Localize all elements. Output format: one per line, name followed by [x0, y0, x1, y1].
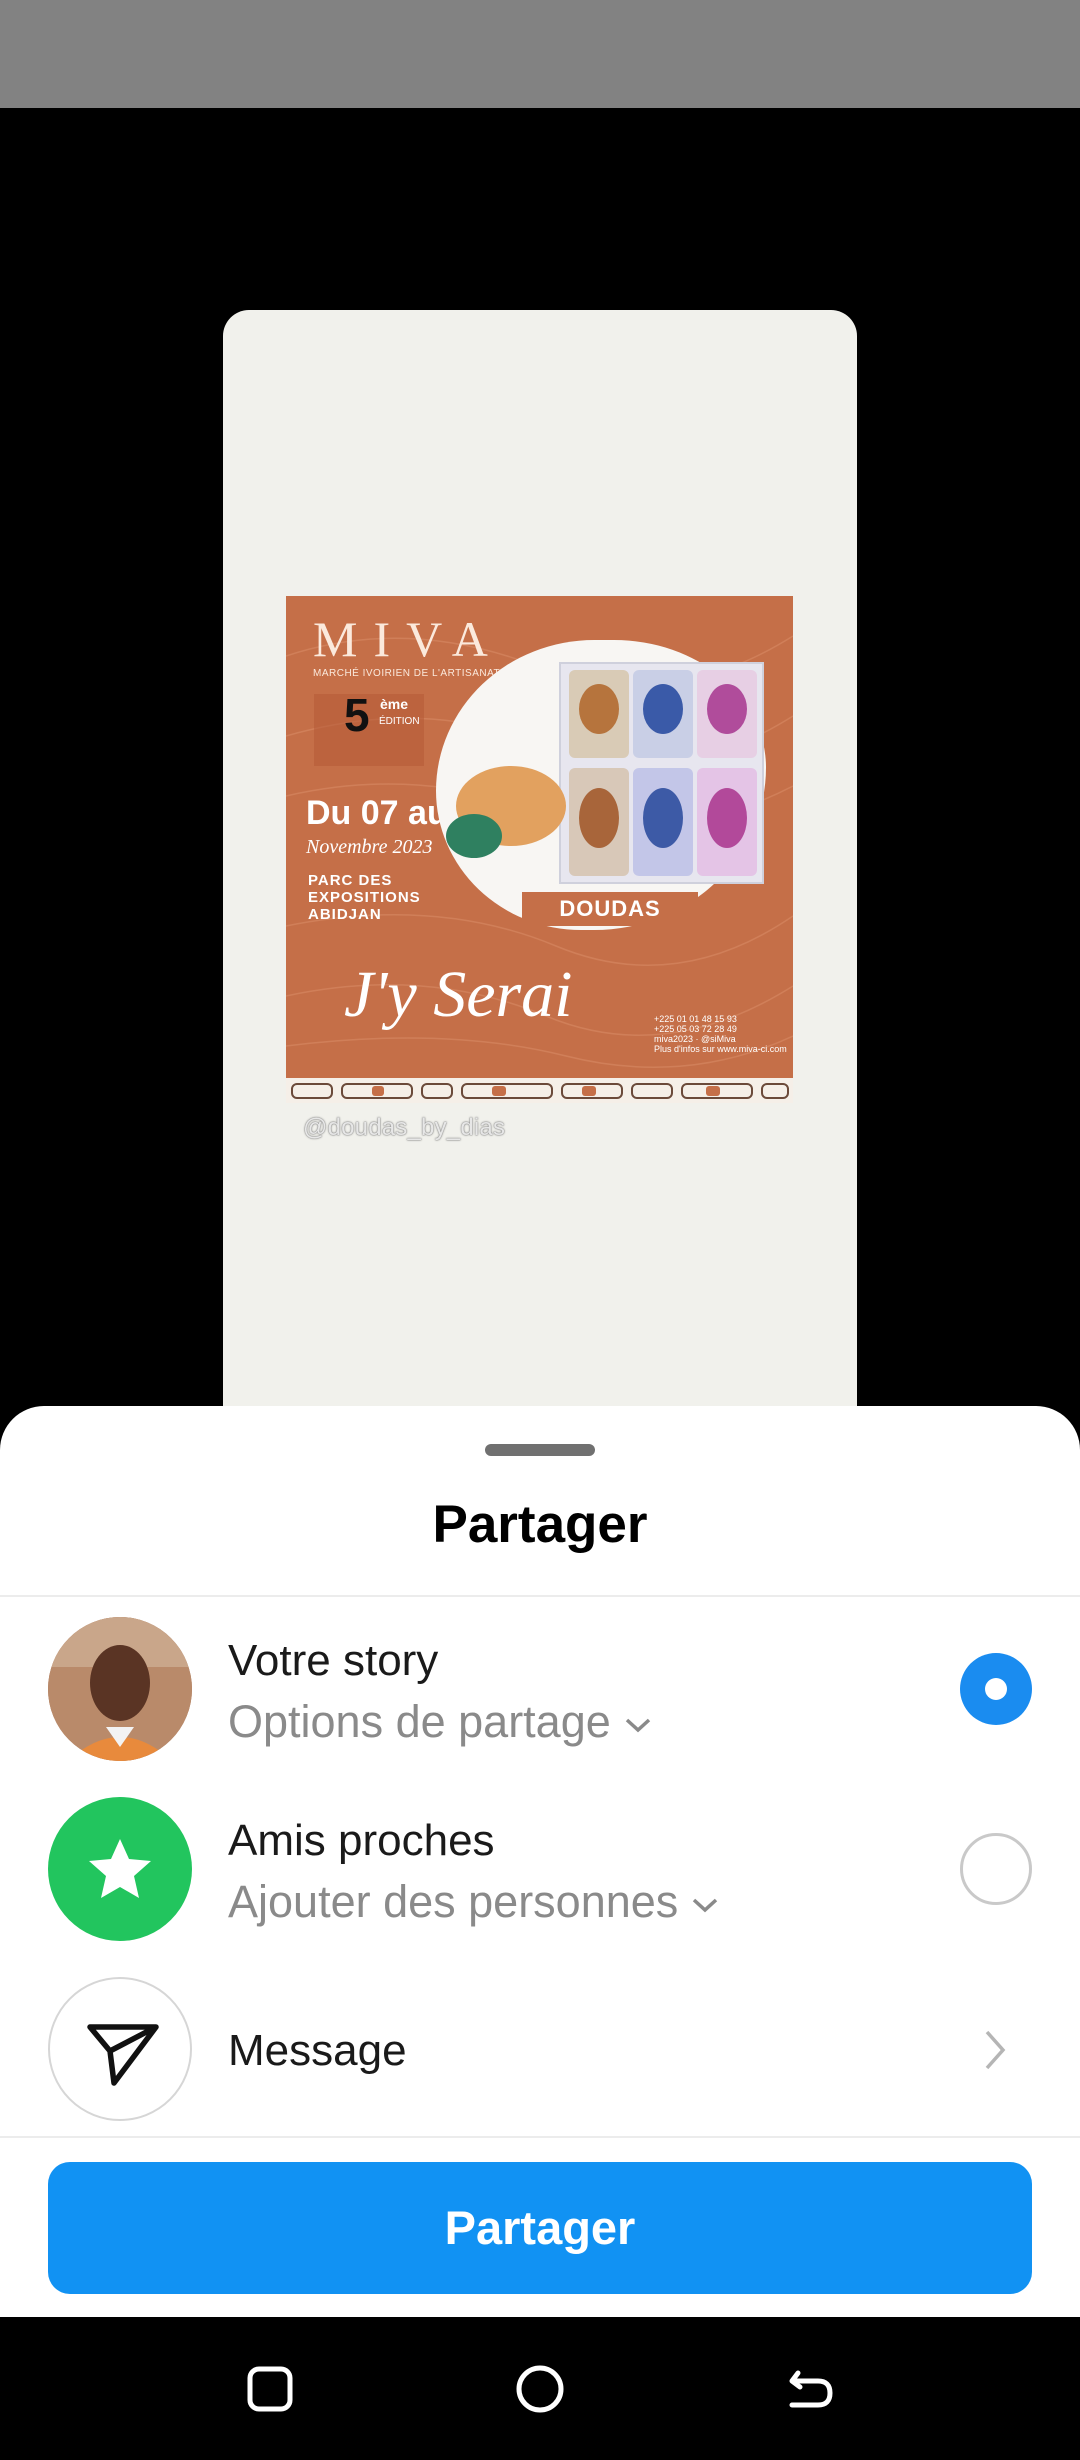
sharing-options-dropdown[interactable]: Options de partage [228, 1696, 653, 1748]
event-venue: PARC DES EXPOSITIONS ABIDJAN [308, 872, 421, 923]
star-icon [89, 1839, 151, 1898]
plush-toy [579, 684, 619, 734]
status-bar [0, 0, 1080, 108]
sheet-title: Partager [432, 1495, 648, 1554]
plush-toy [446, 814, 502, 858]
story-credit: @doudas_by_dias [303, 1114, 506, 1141]
venue-line: ABIDJAN [308, 906, 382, 923]
venue-line: EXPOSITIONS [308, 889, 421, 906]
share-option-close-friends[interactable]: Amis proches Ajouter des personnes [0, 1782, 1080, 1956]
poster-slogan: J'y Serai [344, 958, 573, 1031]
avatar [48, 1617, 192, 1761]
contact-line: miva2023 · @siMiva [654, 1034, 736, 1044]
plush-toy [643, 684, 683, 734]
story-card: MIVA MARCHÉ IVOIRIEN DE L'ARTISANAT 5 èm… [223, 310, 857, 1438]
your-story-radio[interactable] [960, 1653, 1032, 1725]
edition-superscript: ème [380, 696, 409, 712]
row-subtitle: Ajouter des personnes [228, 1876, 679, 1927]
contact-line: +225 01 01 48 15 93 [654, 1014, 737, 1024]
share-sheet: Partager Votre story Options de partage … [0, 1406, 1080, 2317]
share-button[interactable]: Partager [48, 2162, 1032, 2294]
poster-pattern-strip [286, 1078, 793, 1103]
drag-handle[interactable] [485, 1444, 595, 1456]
row-title: Votre story [228, 1636, 439, 1685]
plush-toy [579, 788, 619, 848]
chevron-right-icon [985, 2030, 1006, 2070]
chevron-down-icon [625, 1718, 650, 1733]
plush-toy [707, 788, 747, 848]
event-poster: MIVA MARCHÉ IVOIRIEN DE L'ARTISANAT 5 èm… [286, 596, 793, 1103]
recent-apps-icon[interactable] [238, 2357, 302, 2421]
share-option-your-story[interactable]: Votre story Options de partage [0, 1602, 1080, 1776]
miva-logo: MIVA [313, 611, 504, 667]
chevron-down-icon [693, 1898, 718, 1913]
poster-contacts: +225 01 01 48 15 93 +225 05 03 72 28 49 … [654, 1014, 787, 1054]
product-label: DOUDAS [522, 892, 698, 926]
contact-line: +225 05 03 72 28 49 [654, 1024, 737, 1034]
edition-word: ÉDITION [379, 716, 420, 727]
pattern-icon [291, 1083, 789, 1099]
venue-line: PARC DES [308, 872, 393, 889]
row-title: Message [228, 2026, 407, 2075]
plush-toy [643, 788, 683, 848]
miva-subtitle: MARCHÉ IVOIRIEN DE L'ARTISANAT [313, 668, 501, 679]
paper-plane-icon [87, 2024, 159, 2086]
divider [0, 2136, 1080, 2138]
divider [0, 1595, 1080, 1597]
close-friends-radio[interactable] [960, 1833, 1032, 1905]
home-icon[interactable] [508, 2357, 572, 2421]
story-preview: MIVA MARCHÉ IVOIRIEN DE L'ARTISANAT 5 èm… [0, 108, 1080, 1438]
edition-number: 5 [344, 689, 370, 741]
contact-line: Plus d'infos sur www.miva-ci.com [654, 1044, 787, 1054]
row-title: Amis proches [228, 1816, 495, 1865]
message-badge [48, 1977, 192, 2121]
back-icon[interactable] [778, 2357, 842, 2421]
plush-toy [707, 684, 747, 734]
row-subtitle: Options de partage [228, 1696, 611, 1747]
event-month: Novembre 2023 [306, 836, 433, 858]
product-shelf [559, 662, 764, 884]
close-friends-badge [48, 1797, 192, 1941]
share-option-message[interactable]: Message [0, 1962, 1080, 2136]
navigation-bar [0, 2317, 1080, 2460]
add-people-dropdown[interactable]: Ajouter des personnes [228, 1876, 720, 1928]
